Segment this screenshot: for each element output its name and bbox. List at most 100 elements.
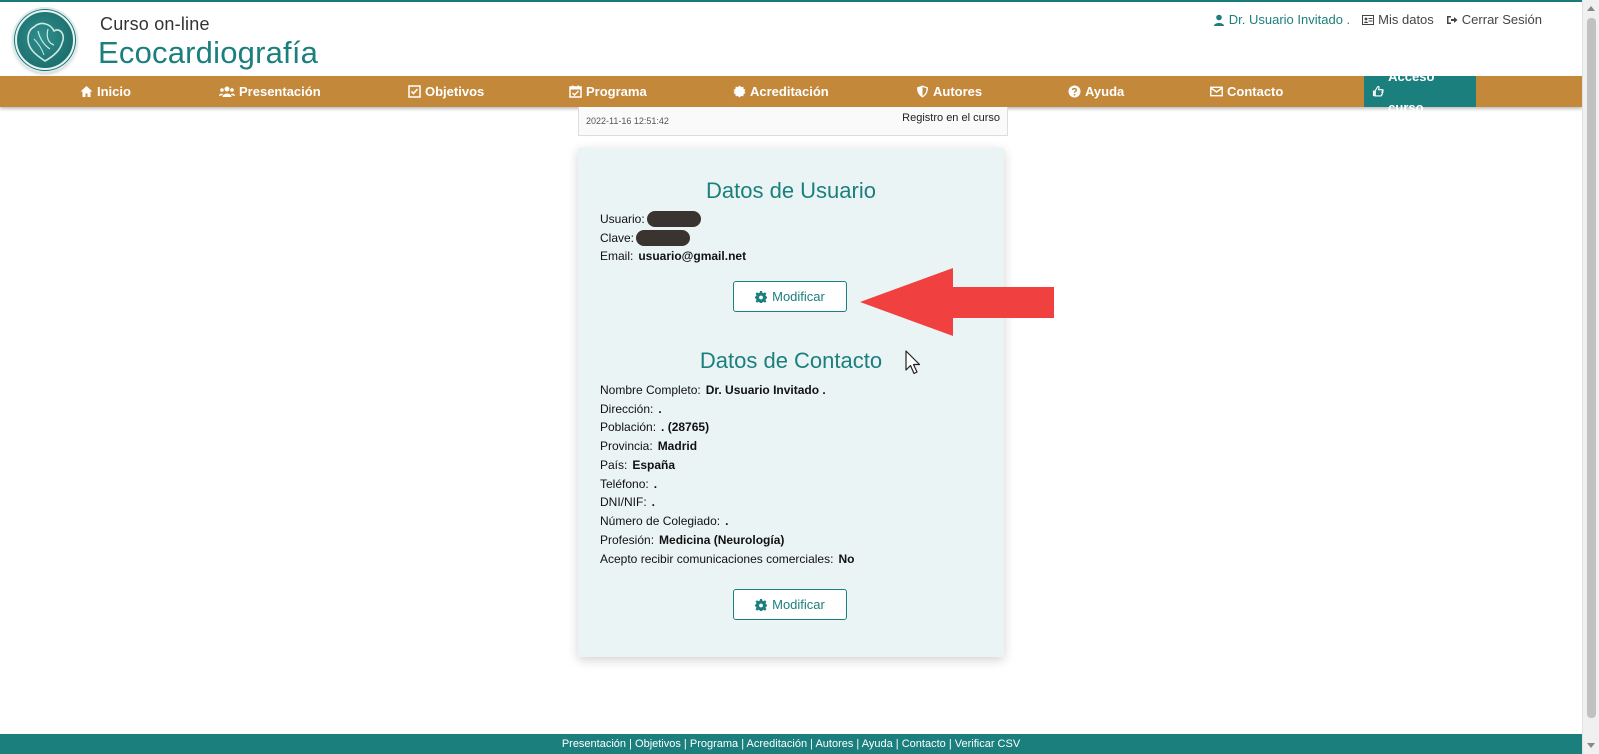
nav-item-inicio[interactable]: Inicio: [80, 76, 131, 107]
footer-link-autores[interactable]: Autores: [815, 738, 853, 750]
vertical-scrollbar[interactable]: [1582, 0, 1599, 754]
footer-link-contacto[interactable]: Contacto: [902, 738, 946, 750]
mouse-cursor-icon: [905, 350, 921, 375]
contact-row-poblacion: Población: . (28765): [600, 420, 709, 434]
modify-user-label: Modificar: [772, 289, 825, 304]
footer-link-programa[interactable]: Programa: [690, 738, 738, 750]
username-redacted: [646, 211, 701, 227]
site-footer: Presentación | Objetivos | Programa | Ac…: [0, 734, 1582, 754]
footer-separator: |: [892, 738, 902, 750]
nav-label-acceso-curso: Acceso curso: [1388, 68, 1435, 115]
username-row: Usuario:: [600, 211, 701, 227]
contact-label: Población:: [600, 420, 657, 434]
user-links: Dr. Usuario Invitado . Mis datos Cerrar …: [1213, 12, 1542, 27]
brand-title[interactable]: Ecocardiografía: [98, 35, 318, 71]
contact-value: .: [653, 477, 658, 491]
contact-label: País:: [600, 458, 628, 472]
nav-item-ayuda[interactable]: Ayuda: [1068, 76, 1124, 107]
nav-label-programa: Programa: [586, 84, 647, 99]
nav-item-objetivos[interactable]: Objetivos: [408, 76, 484, 107]
modify-user-button[interactable]: Modificar: [733, 281, 847, 312]
contact-label: Nombre Completo:: [600, 383, 701, 397]
footer-link-ayuda[interactable]: Ayuda: [862, 738, 893, 750]
user-data-title: Datos de Usuario: [706, 178, 876, 203]
id-card-icon: [1362, 14, 1375, 25]
footer-separator: |: [945, 738, 955, 750]
contact-row-comunicaciones: Acepto recibir comunicaciones comerciale…: [600, 552, 854, 566]
cog-icon: [755, 290, 768, 303]
contact-label: Dirección:: [600, 402, 654, 416]
password-label: Clave:: [600, 231, 635, 245]
contact-row-pais: País: España: [600, 458, 675, 472]
contact-row-colegiado: Número de Colegiado:.: [600, 514, 728, 528]
main-nav: Inicio Presentación Objetivos Programa A…: [0, 69, 1582, 115]
my-data-link[interactable]: Mis datos: [1362, 12, 1434, 27]
contact-value: Medicina (Neurología): [659, 533, 785, 547]
contact-row-profesion: Profesión: Medicina (Neurología): [600, 533, 784, 547]
nav-item-acreditacion[interactable]: Acreditación: [733, 76, 829, 107]
email-value: usuario@gmail.net: [638, 249, 747, 263]
page: Curso on-line Ecocardiografía Dr. Usuari…: [0, 0, 1599, 754]
footer-link-presentacion[interactable]: Presentación: [562, 738, 626, 750]
modify-contact-button[interactable]: Modificar: [733, 589, 847, 620]
my-data-label: Mis datos: [1378, 12, 1434, 27]
calendar-check-icon: [569, 85, 582, 98]
users-icon: [219, 86, 235, 97]
nav-item-presentacion[interactable]: Presentación: [219, 76, 321, 107]
checkbox-icon: [408, 85, 421, 98]
footer-separator: |: [738, 738, 747, 750]
nav-label-contacto: Contacto: [1227, 84, 1284, 99]
contact-row-provincia: Provincia: Madrid: [600, 439, 697, 453]
heart-logo-icon[interactable]: [14, 9, 76, 71]
username-label: Usuario:: [600, 212, 645, 226]
contact-row-nombre: Nombre Completo: Dr. Usuario Invitado .: [600, 383, 826, 397]
password-row: Clave:: [600, 230, 691, 246]
envelope-icon: [1210, 86, 1223, 97]
contact-value: España: [632, 458, 676, 472]
contact-value: .: [651, 495, 656, 509]
user-data-card: Datos de Usuario Usuario: Clave: Email: u…: [578, 148, 1004, 657]
contact-label: Provincia:: [600, 439, 653, 453]
site-header: Curso on-line Ecocardiografía Dr. Usuari…: [0, 2, 1582, 76]
logout-link[interactable]: Cerrar Sesión: [1446, 12, 1542, 27]
nav-item-autores[interactable]: Autores: [916, 76, 982, 107]
hand-point-icon: [1372, 85, 1384, 97]
brand-subtitle: Curso on-line: [100, 14, 210, 34]
contact-value: No: [838, 552, 855, 566]
nav-label-objetivos: Objetivos: [425, 84, 485, 99]
password-redacted: [636, 230, 691, 246]
logout-label: Cerrar Sesión: [1461, 12, 1542, 27]
user-name-link[interactable]: Dr. Usuario Invitado .: [1213, 12, 1350, 27]
nav-item-contacto[interactable]: Contacto: [1210, 76, 1283, 107]
scroll-up-icon[interactable]: [1587, 6, 1595, 11]
contact-value: Dr. Usuario Invitado .: [705, 383, 826, 397]
nav-label-ayuda: Ayuda: [1085, 84, 1125, 99]
nav-item-programa[interactable]: Programa: [569, 76, 647, 107]
contact-row-telefono: Teléfono:.: [600, 477, 657, 491]
nav-item-acceso-curso[interactable]: Acceso curso: [1364, 69, 1476, 115]
modify-contact-label: Modificar: [772, 597, 825, 612]
footer-separator: |: [680, 738, 690, 750]
contact-value: .: [725, 514, 729, 528]
certificate-icon: [733, 85, 746, 98]
contact-label: Acepto recibir comunicaciones comerciale…: [600, 552, 834, 566]
shield-icon: [917, 85, 928, 98]
contact-value: .: [658, 402, 662, 416]
contact-data-title: Datos de Contacto: [699, 348, 883, 373]
nav-label-autores: Autores: [933, 84, 983, 99]
contact-label: Número de Colegiado:: [600, 514, 721, 528]
contact-label: Teléfono:: [600, 477, 649, 491]
scrollbar-thumb[interactable]: [1587, 18, 1596, 718]
sign-out-icon: [1446, 15, 1458, 24]
registration-log-row: 2022-11-16 12:51:42 Registro en el curso: [578, 107, 1008, 136]
contact-row-dni: DNI/NIF:.: [600, 495, 655, 509]
footer-link-acreditacion[interactable]: Acreditación: [747, 738, 808, 750]
nav-label-inicio: Inicio: [97, 84, 131, 99]
footer-link-objetivos[interactable]: Objetivos: [635, 738, 681, 750]
email-row: Email: usuario@gmail.net: [600, 249, 746, 263]
user-name-label: Dr. Usuario Invitado .: [1228, 12, 1351, 27]
scroll-down-icon[interactable]: [1587, 743, 1595, 748]
contact-value: . (28765): [661, 420, 710, 434]
cog-icon: [755, 598, 768, 611]
footer-link-verificar-csv[interactable]: Verificar CSV: [955, 738, 1020, 750]
